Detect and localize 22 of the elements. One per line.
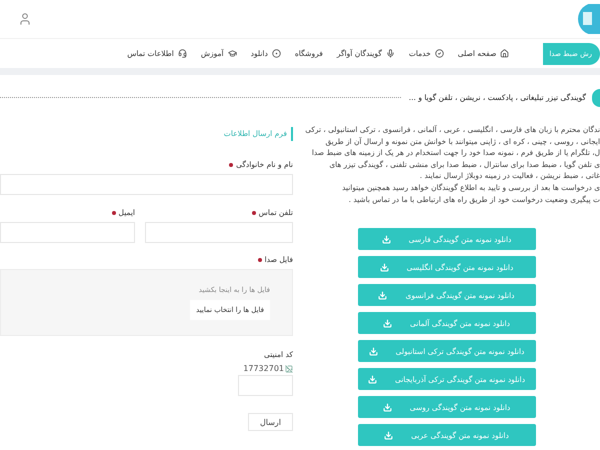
download-icon	[382, 402, 392, 412]
captcha-image: 17732701	[243, 364, 293, 373]
email-field[interactable]	[0, 222, 135, 243]
headset-icon	[178, 49, 187, 58]
name-field[interactable]	[0, 174, 293, 195]
ticker-marker	[592, 88, 600, 106]
circle-icon	[272, 49, 281, 58]
microphone-icon	[386, 49, 395, 58]
home-icon	[500, 49, 510, 58]
download-icon	[378, 290, 388, 300]
submit-button[interactable]: ارسال	[248, 413, 293, 431]
graduation-cap-icon	[228, 49, 237, 58]
captcha-field[interactable]	[238, 375, 293, 396]
user-icon[interactable]	[18, 12, 32, 26]
download-icon	[368, 374, 377, 384]
download-icon	[384, 430, 394, 440]
download-icon	[382, 318, 392, 328]
download-icon	[368, 346, 378, 356]
check-circle-icon	[434, 49, 444, 58]
phone-field[interactable]	[145, 222, 293, 243]
download-icon	[382, 234, 391, 244]
download-icon	[380, 262, 389, 272]
